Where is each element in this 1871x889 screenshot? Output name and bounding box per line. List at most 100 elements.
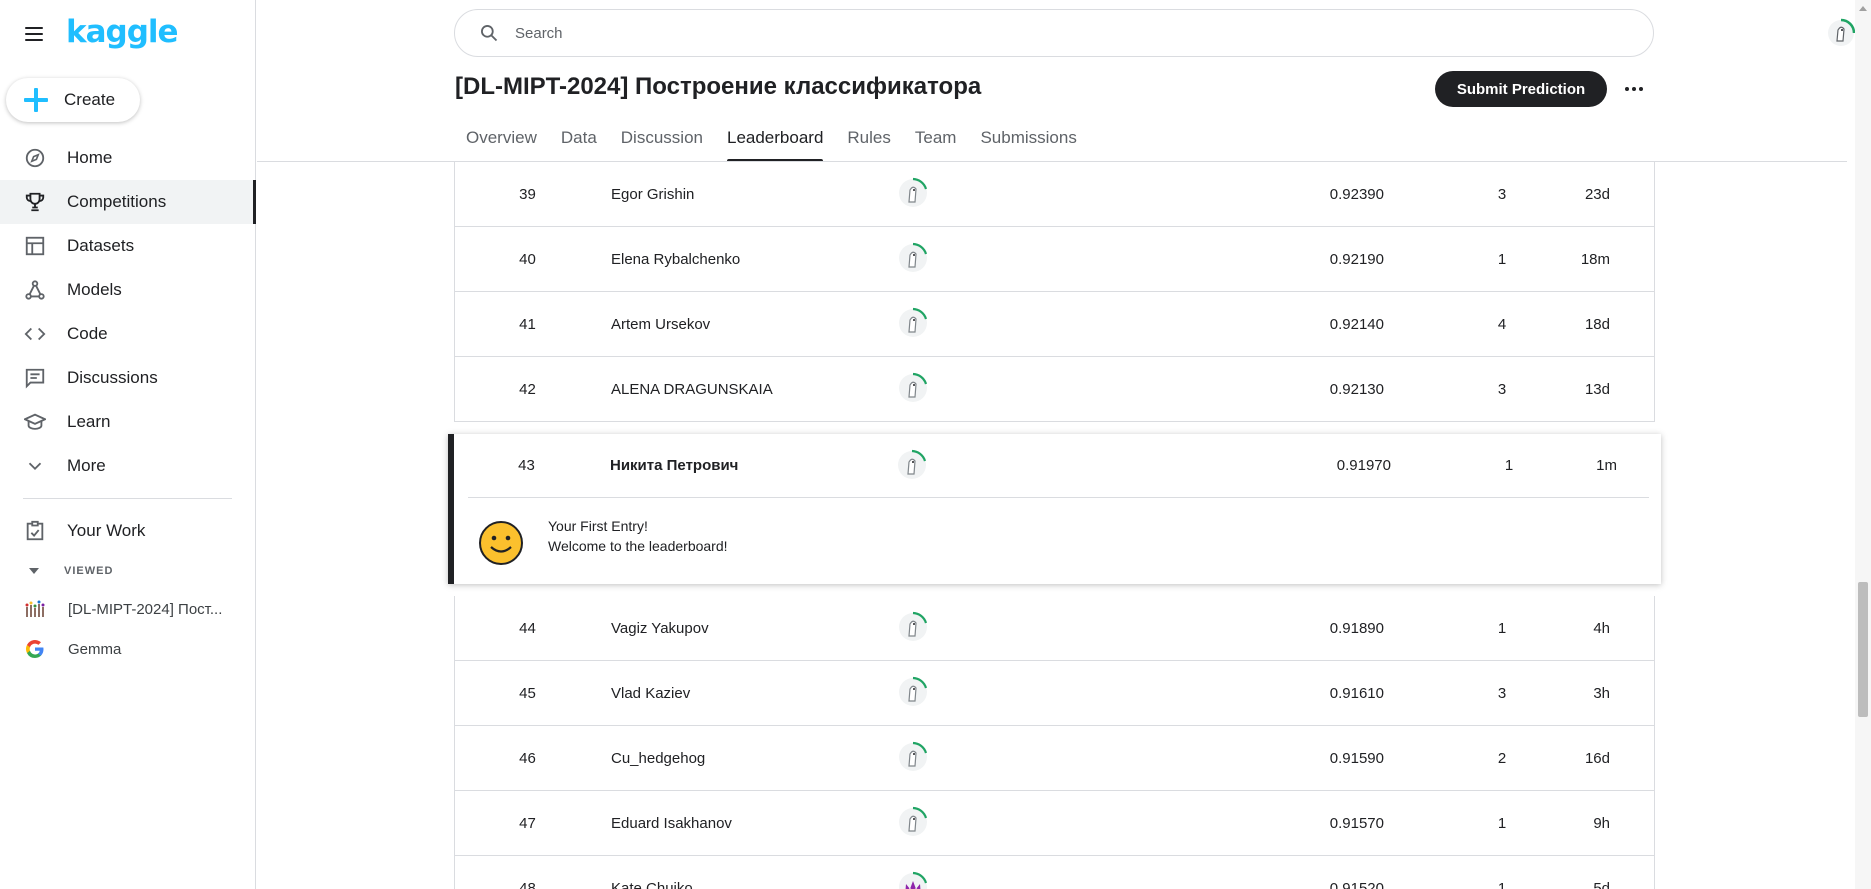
tab-data[interactable]: Data xyxy=(561,124,597,162)
user-avatar-icon[interactable] xyxy=(896,371,930,405)
tab-overview[interactable]: Overview xyxy=(466,124,537,162)
your-work-icon xyxy=(23,519,47,543)
viewed-item-competition[interactable]: [DL-MIPT-2024] Пост... xyxy=(0,589,256,629)
team-name[interactable]: Eduard Isakhanov xyxy=(611,815,732,832)
score: 0.92190 xyxy=(1329,250,1384,268)
last-submission: 1m xyxy=(1596,457,1617,474)
table-row[interactable]: 40 Elena Rybalchenko 0.92190 1 18m xyxy=(454,227,1655,292)
entries: 1 xyxy=(1504,457,1514,474)
score: 0.91610 xyxy=(1329,684,1384,702)
team-name[interactable]: Никита Петрович xyxy=(610,457,738,474)
learn-icon xyxy=(23,410,47,434)
user-avatar-icon[interactable] xyxy=(896,870,930,889)
team-name[interactable]: Egor Grishin xyxy=(611,186,694,203)
last-submission: 13d xyxy=(1584,380,1610,398)
scrollbar[interactable] xyxy=(1855,0,1871,889)
rank: 40 xyxy=(519,250,536,268)
score: 0.91590 xyxy=(1329,749,1384,767)
team-name[interactable]: Vlad Kaziev xyxy=(611,685,690,702)
tab-discussion[interactable]: Discussion xyxy=(621,124,703,162)
user-avatar-icon[interactable] xyxy=(896,241,930,275)
sidebar-item-models[interactable]: Models xyxy=(0,268,256,312)
entries: 1 xyxy=(1497,879,1507,889)
viewed-section-header[interactable]: VIEWED xyxy=(0,553,256,589)
sidebar: kaggle Create Home Competitions Datasets… xyxy=(0,0,256,889)
last-submission: 23d xyxy=(1584,185,1610,203)
caret-down-icon xyxy=(29,568,39,574)
tab-leaderboard[interactable]: Leaderboard xyxy=(726,124,824,162)
scroll-up-icon[interactable] xyxy=(1859,6,1867,11)
chevron-down-icon xyxy=(23,454,47,478)
tab-rules[interactable]: Rules xyxy=(847,124,890,162)
sidebar-item-learn[interactable]: Learn xyxy=(0,400,256,444)
user-avatar[interactable] xyxy=(1826,18,1856,48)
scrollbar-thumb[interactable] xyxy=(1858,582,1868,717)
rank: 46 xyxy=(519,749,536,767)
user-avatar-icon[interactable] xyxy=(896,176,930,210)
code-icon xyxy=(23,322,47,346)
google-icon xyxy=(24,638,46,660)
kaggle-logo[interactable]: kaggle xyxy=(66,14,179,50)
user-avatar-icon[interactable] xyxy=(896,610,930,644)
user-avatar-icon[interactable] xyxy=(896,805,930,839)
table-row[interactable]: 45 Vlad Kaziev 0.91610 3 3h xyxy=(454,661,1655,726)
sidebar-item-label: Code xyxy=(67,324,108,343)
team-name[interactable]: ALENA DRAGUNSKAIA xyxy=(611,381,773,398)
first-entry-title: Your First Entry! xyxy=(548,518,648,534)
leaderboard-table: 39 Egor Grishin 0.92390 3 23d 40 Elena Rybalch… xyxy=(448,162,1661,889)
entries: 2 xyxy=(1497,749,1507,767)
table-row[interactable]: 41 Artem Ursekov 0.92140 4 18d xyxy=(454,292,1655,357)
team-name[interactable]: Vagiz Yakupov xyxy=(611,620,709,637)
sidebar-item-datasets[interactable]: Datasets xyxy=(0,224,256,268)
last-submission: 3h xyxy=(1593,684,1610,702)
table-row[interactable]: 48 Kate Chuiko 0.91520 1 5d xyxy=(454,856,1655,889)
viewed-label: VIEWED xyxy=(64,565,114,577)
table-row[interactable]: 42 ALENA DRAGUNSKAIA 0.92130 3 13d xyxy=(454,357,1655,422)
user-avatar-icon[interactable] xyxy=(896,675,930,709)
sidebar-item-label: Home xyxy=(67,148,113,167)
search-input[interactable] xyxy=(515,24,1615,42)
first-entry-message: Your First Entry! Welcome to the leaderb… xyxy=(548,516,728,556)
sidebar-item-your-work[interactable]: Your Work xyxy=(0,509,256,553)
create-button[interactable]: Create xyxy=(6,78,140,122)
viewed-item-gemma[interactable]: Gemma xyxy=(0,629,256,669)
sidebar-item-code[interactable]: Code xyxy=(0,312,256,356)
tab-submissions[interactable]: Submissions xyxy=(980,124,1076,162)
menu-icon[interactable] xyxy=(22,22,46,46)
submit-prediction-button[interactable]: Submit Prediction xyxy=(1435,71,1607,107)
viewed-item-label: [DL-MIPT-2024] Пост... xyxy=(68,600,223,618)
user-avatar-icon[interactable] xyxy=(896,740,930,774)
sidebar-item-competitions[interactable]: Competitions xyxy=(0,180,256,224)
team-name[interactable]: Cu_hedgehog xyxy=(611,750,705,767)
competition-tabs: Overview Data Discussion Leaderboard Rul… xyxy=(454,124,1089,162)
entries: 3 xyxy=(1497,684,1507,702)
team-name[interactable]: Kate Chuiko xyxy=(611,880,693,889)
sidebar-item-discussions[interactable]: Discussions xyxy=(0,356,256,400)
score: 0.92130 xyxy=(1329,380,1384,398)
user-avatar-icon[interactable] xyxy=(896,306,930,340)
my-leaderboard-entry[interactable]: 43 Никита Петрович 0.91970 1 1m Your Fir… xyxy=(448,434,1661,584)
table-row[interactable]: 46 Cu_hedgehog 0.91590 2 16d xyxy=(454,726,1655,791)
sidebar-item-more[interactable]: More xyxy=(0,444,256,488)
search-bar[interactable] xyxy=(454,9,1654,57)
table-row[interactable]: 39 Egor Grishin 0.92390 3 23d xyxy=(454,162,1655,227)
sidebar-item-home[interactable]: Home xyxy=(0,136,256,180)
last-submission: 18d xyxy=(1584,315,1610,333)
team-name[interactable]: Elena Rybalchenko xyxy=(611,251,740,268)
app: kaggle Create Home Competitions Datasets… xyxy=(0,0,1871,889)
tab-team[interactable]: Team xyxy=(915,124,957,162)
sidebar-item-label: Models xyxy=(67,280,122,299)
table-row[interactable]: 47 Eduard Isakhanov 0.91570 1 9h xyxy=(454,791,1655,856)
sidebar-item-label: Your Work xyxy=(67,521,146,540)
rank: 41 xyxy=(519,315,536,333)
competition-thumb-icon xyxy=(24,598,46,620)
more-options-icon[interactable] xyxy=(1620,77,1648,101)
sidebar-item-label: Competitions xyxy=(67,192,167,211)
last-submission: 4h xyxy=(1593,619,1610,637)
create-label: Create xyxy=(64,90,116,109)
team-name[interactable]: Artem Ursekov xyxy=(611,316,710,333)
table-row[interactable]: 44 Vagiz Yakupov 0.91890 1 4h xyxy=(454,596,1655,661)
user-avatar-icon[interactable] xyxy=(895,448,929,482)
sidebar-item-label: More xyxy=(67,456,106,475)
last-submission: 18m xyxy=(1580,250,1610,268)
